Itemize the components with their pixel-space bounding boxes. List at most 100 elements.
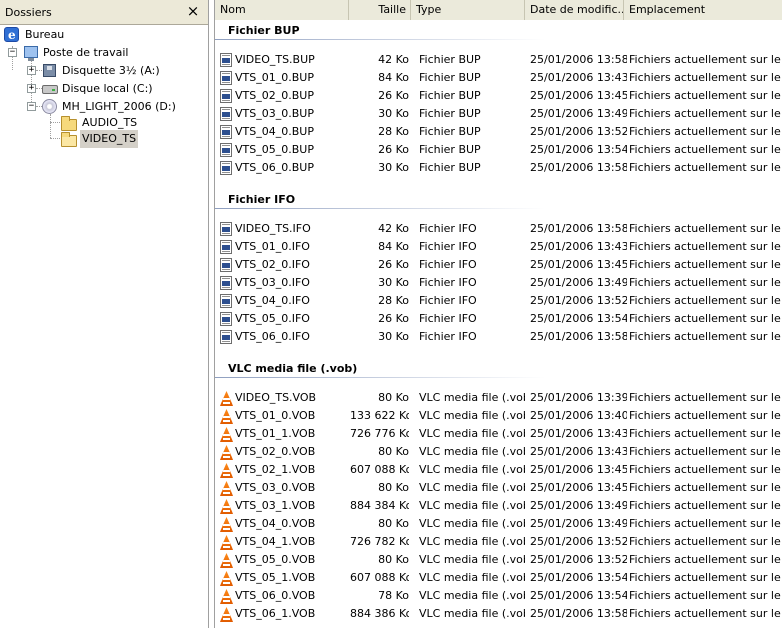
file-size: 80 Ko xyxy=(378,445,409,458)
file-row[interactable]: VTS_04_0.BUP 28 Ko Fichier BUP 25/01/2006 1… xyxy=(215,123,782,141)
file-date: 25/01/2006 13:52 xyxy=(530,125,627,138)
expand-toggle[interactable]: + xyxy=(27,66,36,75)
file-location: Fichiers actuellement sur le CD xyxy=(629,53,782,66)
file-location: Fichiers actuellement sur le CD xyxy=(629,89,782,102)
document-icon xyxy=(220,143,232,157)
tree-item-label: Bureau xyxy=(25,28,65,41)
column-header-date[interactable]: Date de modific... xyxy=(525,0,624,20)
vlc-cone-icon xyxy=(220,409,233,424)
file-size: 726 782 Ko xyxy=(350,535,409,548)
file-date: 25/01/2006 13:45 xyxy=(530,89,627,102)
tree-item-video-ts[interactable]: VIDEO_TS xyxy=(4,130,204,148)
file-row[interactable]: VTS_05_0.VOB 80 Ko VLC media file (.vob) 25… xyxy=(215,551,782,569)
file-date: 25/01/2006 13:52 xyxy=(530,294,627,307)
file-row[interactable]: VTS_04_1.VOB 726 782 Ko VLC media file (.v… xyxy=(215,533,782,551)
file-row[interactable]: VTS_06_0.BUP 30 Ko Fichier BUP 25/01/2006 1… xyxy=(215,159,782,177)
file-type: Fichier BUP xyxy=(419,125,481,138)
document-icon xyxy=(220,222,232,236)
file-size: 78 Ko xyxy=(378,589,409,602)
file-row[interactable]: VTS_01_0.IFO 84 Ko Fichier IFO 25/01/2006 1… xyxy=(215,238,782,256)
file-row[interactable]: VTS_02_0.IFO 26 Ko Fichier IFO 25/01/2006 1… xyxy=(215,256,782,274)
file-row[interactable]: VTS_04_0.VOB 80 Ko VLC media file (.vob) 25… xyxy=(215,515,782,533)
expand-toggle[interactable]: + xyxy=(27,84,36,93)
group-header[interactable]: Fichier BUP xyxy=(215,21,782,41)
file-row[interactable]: VTS_01_1.VOB 726 776 Ko VLC media file (.v… xyxy=(215,425,782,443)
file-date: 25/01/2006 13:43 xyxy=(530,445,627,458)
group-header[interactable]: Fichier IFO xyxy=(215,190,782,210)
group-header[interactable]: VLC media file (.vob) xyxy=(215,359,782,379)
file-size: 80 Ko xyxy=(378,391,409,404)
floppy-icon xyxy=(43,64,56,77)
file-row[interactable]: VTS_06_1.VOB 884 386 Ko VLC media file (.v… xyxy=(215,605,782,623)
file-row[interactable]: VIDEO_TS.VOB 80 Ko VLC media file (.vob) 25… xyxy=(215,389,782,407)
tree-item-bureau[interactable]: Bureau xyxy=(4,26,204,44)
column-header-emplacement[interactable]: Emplacement xyxy=(624,0,782,20)
file-row[interactable]: VTS_05_0.IFO 26 Ko Fichier IFO 25/01/2006 1… xyxy=(215,310,782,328)
file-type: Fichier BUP xyxy=(419,143,481,156)
vlc-cone-icon xyxy=(220,445,233,460)
tree-item-disquette[interactable]: + Disquette 3½ (A:) xyxy=(4,62,204,80)
column-header-nom[interactable]: Nom xyxy=(215,0,349,20)
tree-item-disque-local[interactable]: + Disque local (C:) xyxy=(4,80,204,98)
file-type: Fichier IFO xyxy=(419,330,477,343)
file-row[interactable]: VTS_05_0.BUP 26 Ko Fichier BUP 25/01/2006 1… xyxy=(215,141,782,159)
file-date: 25/01/2006 13:54 xyxy=(530,589,627,602)
file-name: VIDEO_TS.IFO xyxy=(235,222,311,235)
file-row[interactable]: VTS_03_0.VOB 80 Ko VLC media file (.vob) 25… xyxy=(215,479,782,497)
file-row[interactable]: VIDEO_TS.IFO 42 Ko Fichier IFO 25/01/2006 1… xyxy=(215,220,782,238)
file-location: Fichiers actuellement sur le CD xyxy=(629,161,782,174)
file-location: Fichiers actuellement sur le CD xyxy=(629,240,782,253)
file-date: 25/01/2006 13:43 xyxy=(530,427,627,440)
file-name: VTS_05_0.BUP xyxy=(235,143,314,156)
file-size: 42 Ko xyxy=(378,222,409,235)
file-row[interactable]: VTS_03_0.IFO 30 Ko Fichier IFO 25/01/2006 1… xyxy=(215,274,782,292)
group-divider xyxy=(215,377,545,378)
file-size: 26 Ko xyxy=(378,312,409,325)
file-size: 80 Ko xyxy=(378,481,409,494)
column-header-type[interactable]: Type xyxy=(411,0,525,20)
file-date: 25/01/2006 13:58 xyxy=(530,53,627,66)
cd-icon xyxy=(42,99,57,114)
file-row[interactable]: VTS_02_0.BUP 26 Ko Fichier BUP 25/01/2006 1… xyxy=(215,87,782,105)
file-location: Fichiers actuellement sur le CD xyxy=(629,427,782,440)
file-row[interactable]: VTS_03_1.VOB 884 384 Ko VLC media file (.v… xyxy=(215,497,782,515)
file-row[interactable]: VTS_02_1.VOB 607 088 Ko VLC media file (.v… xyxy=(215,461,782,479)
document-icon xyxy=(220,53,232,67)
file-row[interactable]: VTS_01_0.BUP 84 Ko Fichier BUP 25/01/2006 1… xyxy=(215,69,782,87)
file-size: 133 622 Ko xyxy=(350,409,409,422)
file-type: VLC media file (.vob) xyxy=(419,427,525,440)
file-row[interactable]: VTS_04_0.IFO 28 Ko Fichier IFO 25/01/2006 1… xyxy=(215,292,782,310)
collapse-toggle[interactable]: − xyxy=(27,102,36,111)
file-row[interactable]: VTS_06_0.IFO 30 Ko Fichier IFO 25/01/2006 1… xyxy=(215,328,782,346)
group-title: Fichier IFO xyxy=(228,193,296,206)
tree-item-poste-de-travail[interactable]: − Poste de travail xyxy=(4,44,204,62)
folders-title: Dossiers xyxy=(5,6,52,19)
file-row[interactable]: VIDEO_TS.BUP 42 Ko Fichier BUP 25/01/2006 1… xyxy=(215,51,782,69)
collapse-toggle[interactable]: − xyxy=(8,48,17,57)
file-name: VTS_03_0.BUP xyxy=(235,107,314,120)
file-row[interactable]: VTS_03_0.BUP 30 Ko Fichier BUP 25/01/2006 1… xyxy=(215,105,782,123)
file-row[interactable]: VTS_05_1.VOB 607 088 Ko VLC media file (.v… xyxy=(215,569,782,587)
document-icon xyxy=(220,276,232,290)
file-size: 42 Ko xyxy=(378,53,409,66)
file-row[interactable]: VTS_02_0.VOB 80 Ko VLC media file (.vob) 25… xyxy=(215,443,782,461)
file-date: 25/01/2006 13:45 xyxy=(530,463,627,476)
file-type: Fichier BUP xyxy=(419,107,481,120)
file-date: 25/01/2006 13:54 xyxy=(530,571,627,584)
file-name: VTS_01_0.IFO xyxy=(235,240,310,253)
file-list-pane: Nom Taille Type Date de modific... Empla… xyxy=(214,0,782,628)
file-location: Fichiers actuellement sur le CD xyxy=(629,71,782,84)
vlc-cone-icon xyxy=(220,571,233,586)
file-row[interactable]: VTS_01_0.VOB 133 622 Ko VLC media file (.v… xyxy=(215,407,782,425)
file-date: 25/01/2006 13:45 xyxy=(530,481,627,494)
file-row[interactable]: VTS_06_0.VOB 78 Ko VLC media file (.vob) 25… xyxy=(215,587,782,605)
document-icon xyxy=(220,294,232,308)
file-size: 84 Ko xyxy=(378,240,409,253)
file-size: 80 Ko xyxy=(378,553,409,566)
tree-item-label: VIDEO_TS xyxy=(80,130,139,148)
close-icon[interactable]: × xyxy=(184,2,202,20)
file-location: Fichiers actuellement sur le CD xyxy=(629,589,782,602)
column-header-taille[interactable]: Taille xyxy=(349,0,411,20)
file-location: Fichiers actuellement sur le CD xyxy=(629,312,782,325)
file-size: 80 Ko xyxy=(378,517,409,530)
